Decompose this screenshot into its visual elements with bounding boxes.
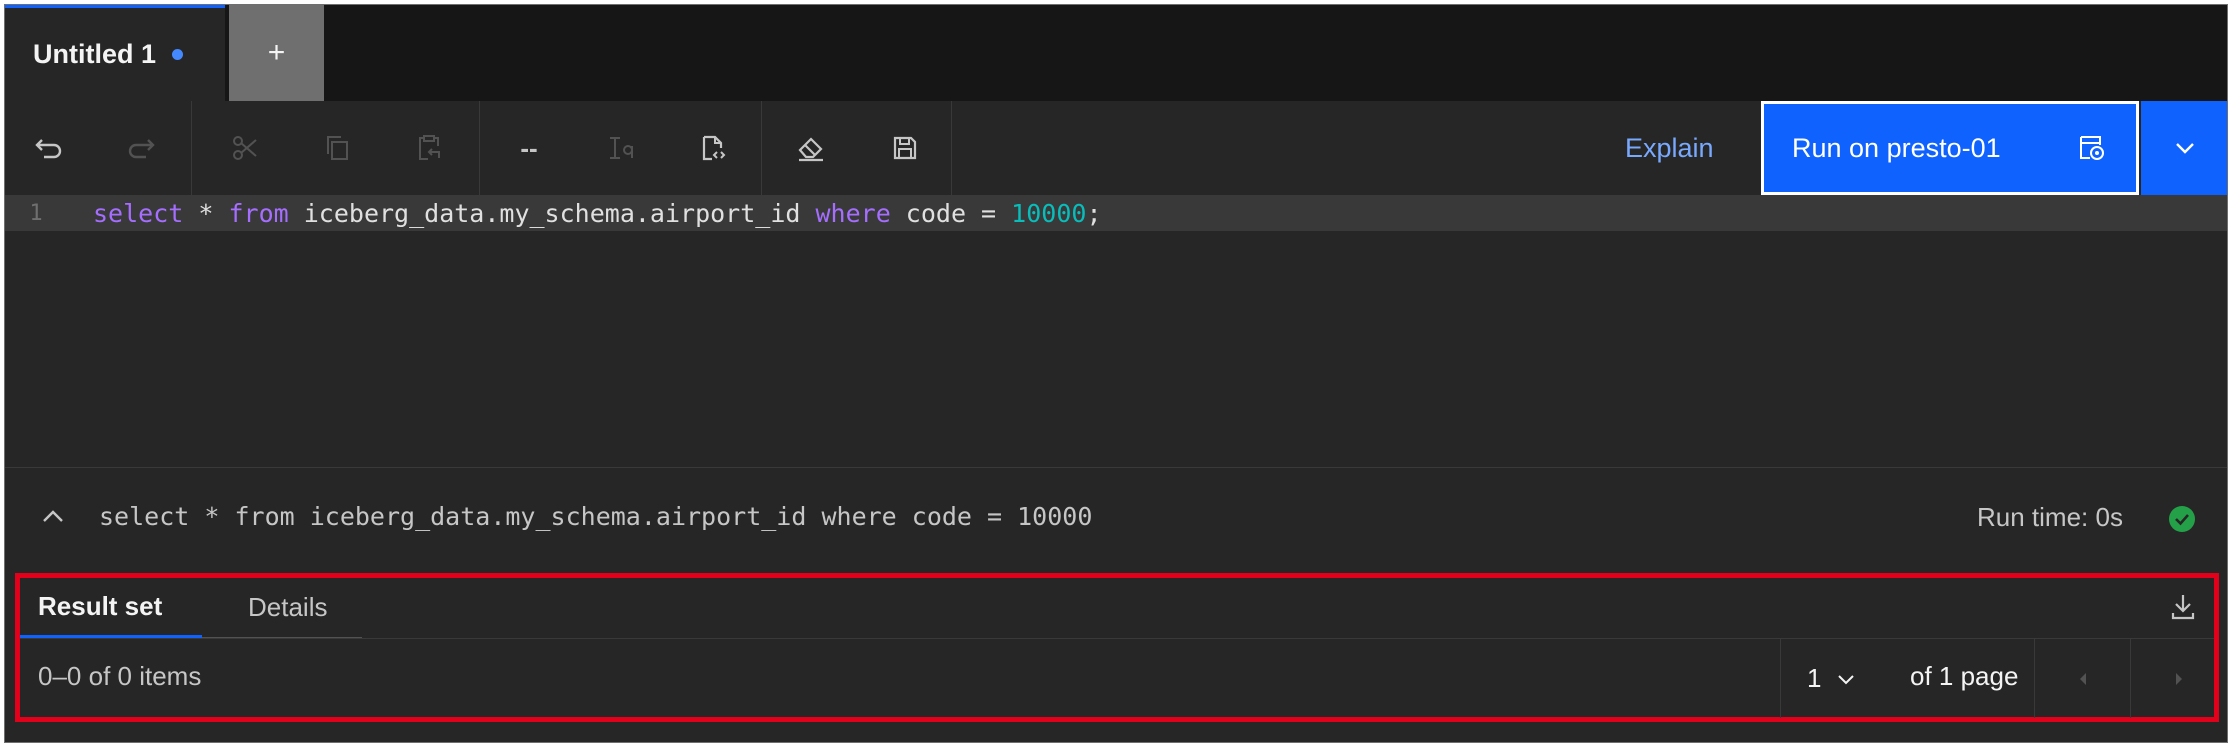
sql-editor[interactable]: 1 select * from iceberg_data.my_schema.a… [5, 195, 2227, 467]
chevron-up-icon[interactable] [41, 508, 65, 524]
page-select[interactable]: 1 [1780, 639, 1890, 718]
code-token: ; [1086, 198, 1102, 228]
explain-button[interactable]: Explain [1625, 101, 1714, 195]
run-time-label: Run time: 0s [1977, 502, 2123, 532]
editor-toolbar: -- Explain Run on presto-01 [5, 101, 2227, 195]
undo-button[interactable] [5, 101, 93, 195]
copy-icon [327, 136, 348, 160]
number-literal: 10000 [1011, 198, 1087, 228]
cut-icon [233, 136, 257, 160]
run-button-label: Run on presto-01 [1792, 132, 2001, 163]
success-check-icon [2169, 506, 2195, 532]
redo-icon [128, 139, 155, 159]
page-select-value: 1 [1807, 663, 1822, 693]
editor-line[interactable]: 1 select * from iceberg_data.my_schema.a… [5, 195, 2227, 231]
save-icon [893, 136, 917, 160]
run-button[interactable]: Run on presto-01 [1761, 101, 2139, 195]
page-total-label: of 1 page [1910, 661, 2019, 691]
chevron-down-icon [1838, 674, 1855, 684]
document-paste-icon [702, 135, 726, 161]
query-summary: select * from iceberg_data.my_schema.air… [5, 467, 2227, 572]
unsaved-dot-icon [172, 49, 184, 60]
paste-query-button[interactable] [669, 101, 757, 195]
keyword-select: select [93, 198, 184, 228]
save-button[interactable] [861, 101, 949, 195]
copy-button[interactable] [293, 101, 381, 195]
caret-left-icon [2080, 672, 2086, 685]
paste-button[interactable] [385, 101, 473, 195]
code-token: iceberg_data.my_schema.airport_id [288, 198, 816, 228]
clear-button[interactable] [767, 101, 855, 195]
comment-button[interactable]: -- [485, 101, 573, 195]
download-icon[interactable] [2170, 592, 2196, 622]
line-number: 1 [29, 200, 43, 226]
chevron-down-icon [2176, 143, 2194, 154]
items-count: 0–0 of 0 items [38, 661, 202, 691]
tab-label: Untitled 1 [33, 39, 157, 69]
keyword-where: where [815, 198, 891, 228]
code-token: * [183, 198, 229, 228]
results-panel: Result set Details 0–0 of 0 items 1 of 1… [15, 573, 2219, 722]
next-page-button[interactable] [2130, 639, 2227, 718]
caret-right-icon [2176, 672, 2182, 685]
tab-bar: Untitled 1 + [5, 5, 2227, 101]
sql-editor-window: Untitled 1 + -- Explain Run on presto-01… [4, 4, 2228, 743]
tab-result-set[interactable]: Result set [20, 578, 202, 638]
eraser-icon [798, 137, 823, 162]
pagination-bar: 0–0 of 0 items 1 of 1 page [20, 638, 2214, 718]
format-text-icon [610, 137, 634, 159]
keyword-from: from [228, 198, 289, 228]
code-token: code = [890, 198, 1012, 228]
code-text: select * from iceberg_data.my_schema.air… [93, 199, 1102, 228]
format-button[interactable] [577, 101, 665, 195]
undo-icon [35, 139, 62, 159]
add-tab-button[interactable]: + [229, 5, 324, 101]
tab-details[interactable]: Details [202, 578, 362, 638]
redo-button[interactable] [97, 101, 185, 195]
executed-query-text: select * from iceberg_data.my_schema.air… [99, 502, 1093, 531]
paste-icon [419, 135, 440, 160]
run-options-dropdown[interactable] [2141, 101, 2227, 195]
cut-button[interactable] [201, 101, 289, 195]
tab-untitled-1[interactable]: Untitled 1 [5, 5, 225, 101]
previous-page-button[interactable] [2034, 639, 2131, 718]
run-engine-icon [2080, 136, 2104, 160]
